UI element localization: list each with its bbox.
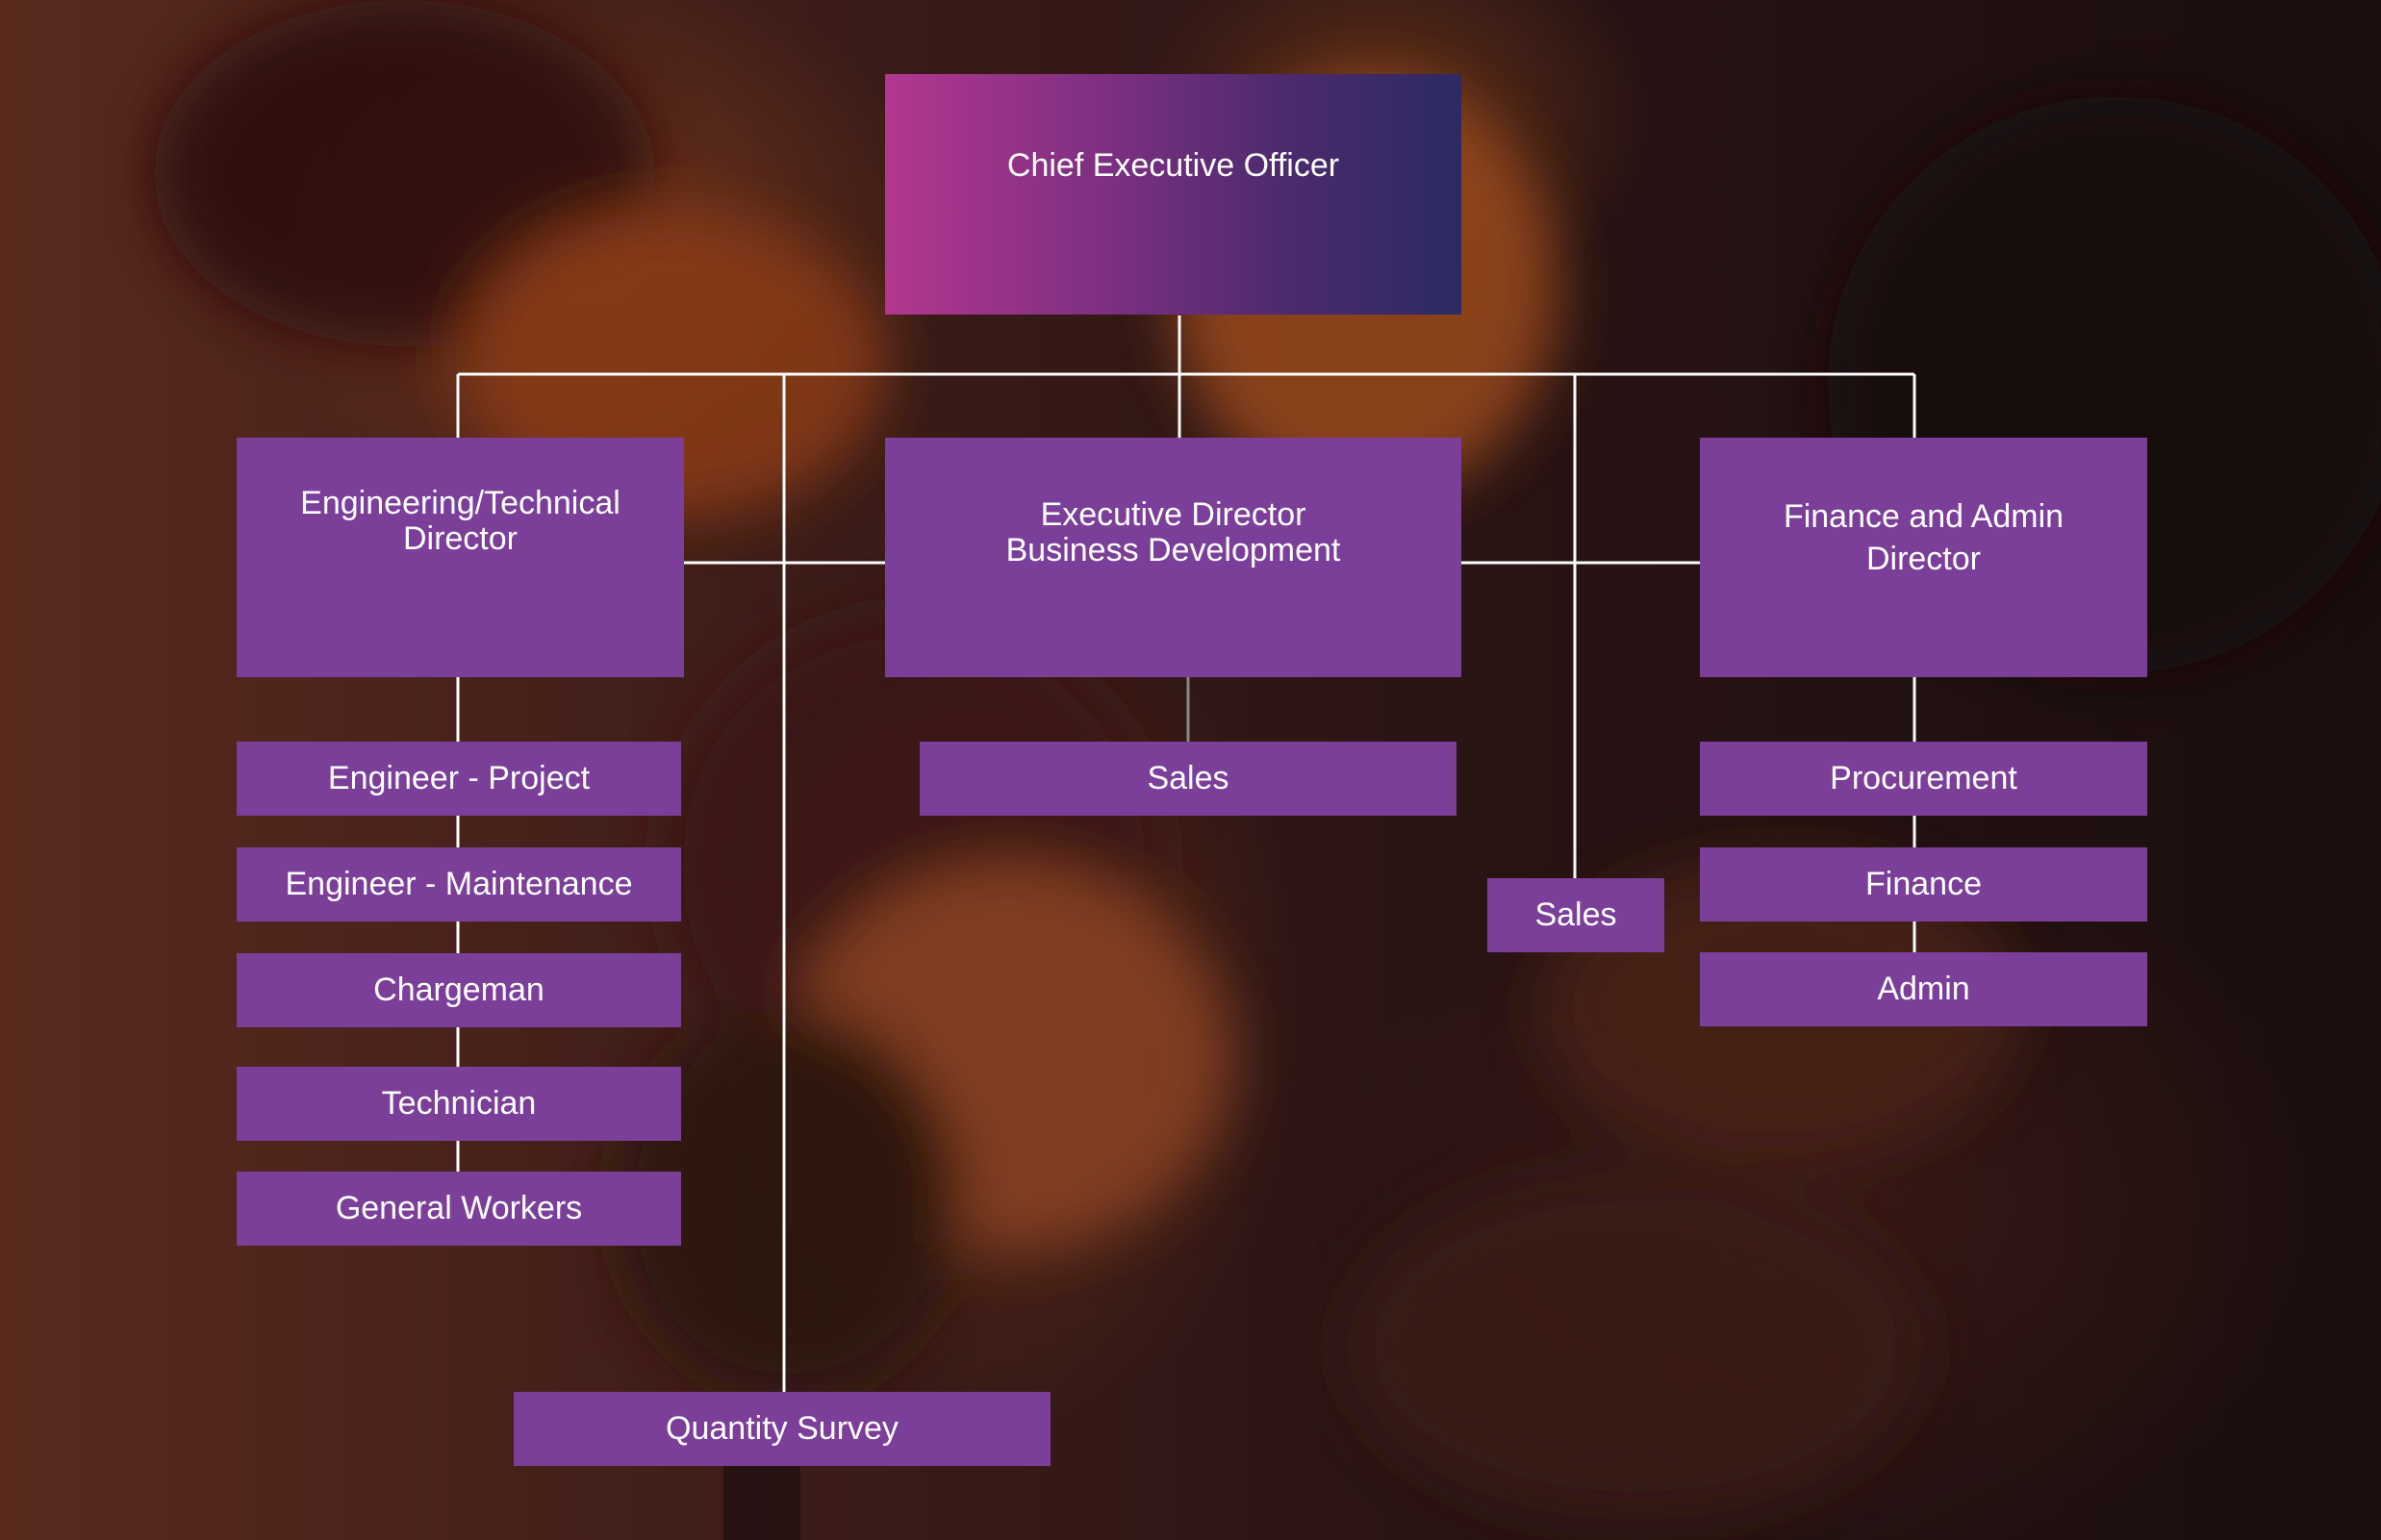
sales-label: Sales: [1534, 896, 1617, 933]
bd-sales-label: Sales: [1147, 760, 1229, 796]
engineering-director-box: Engineering/Technical Director: [237, 438, 684, 677]
technician-box: Technician: [237, 1067, 681, 1141]
ceo-label: Chief Executive Officer: [1006, 147, 1340, 184]
chargeman-box: Chargeman: [237, 953, 681, 1027]
finance-admin-director-label: Finance and Admin Director: [1783, 498, 2064, 577]
engineer-maintenance-box: Engineer - Maintenance: [237, 847, 681, 921]
procurement-box: Procurement: [1700, 742, 2147, 816]
sales-box: Sales: [1487, 878, 1664, 952]
ceo-box: Chief Executive Officer: [885, 74, 1461, 315]
procurement-label: Procurement: [1830, 760, 2017, 796]
admin-label: Admin: [1877, 971, 1970, 1007]
chargeman-label: Chargeman: [373, 972, 545, 1008]
quantity-survey-box: Quantity Survey: [514, 1392, 1051, 1466]
general-workers-label: General Workers: [335, 1190, 583, 1226]
finance-label: Finance: [1865, 866, 1982, 902]
general-workers-box: General Workers: [237, 1172, 681, 1246]
business-development-director-box: Executive Director Business Development: [885, 438, 1461, 677]
engineer-maintenance-label: Engineer - Maintenance: [285, 866, 633, 902]
engineering-director-label: Engineering/Technical Director: [300, 485, 621, 557]
engineer-project-box: Engineer - Project: [237, 742, 681, 816]
admin-box: Admin: [1700, 952, 2147, 1026]
technician-label: Technician: [381, 1085, 537, 1122]
business-development-director-label: Executive Director Business Development: [1005, 496, 1341, 568]
engineer-project-label: Engineer - Project: [327, 760, 591, 796]
bd-sales-box: Sales: [920, 742, 1456, 816]
finance-box: Finance: [1700, 847, 2147, 921]
quantity-survey-label: Quantity Survey: [666, 1410, 899, 1447]
finance-admin-director-box: Finance and Admin Director: [1700, 438, 2147, 677]
